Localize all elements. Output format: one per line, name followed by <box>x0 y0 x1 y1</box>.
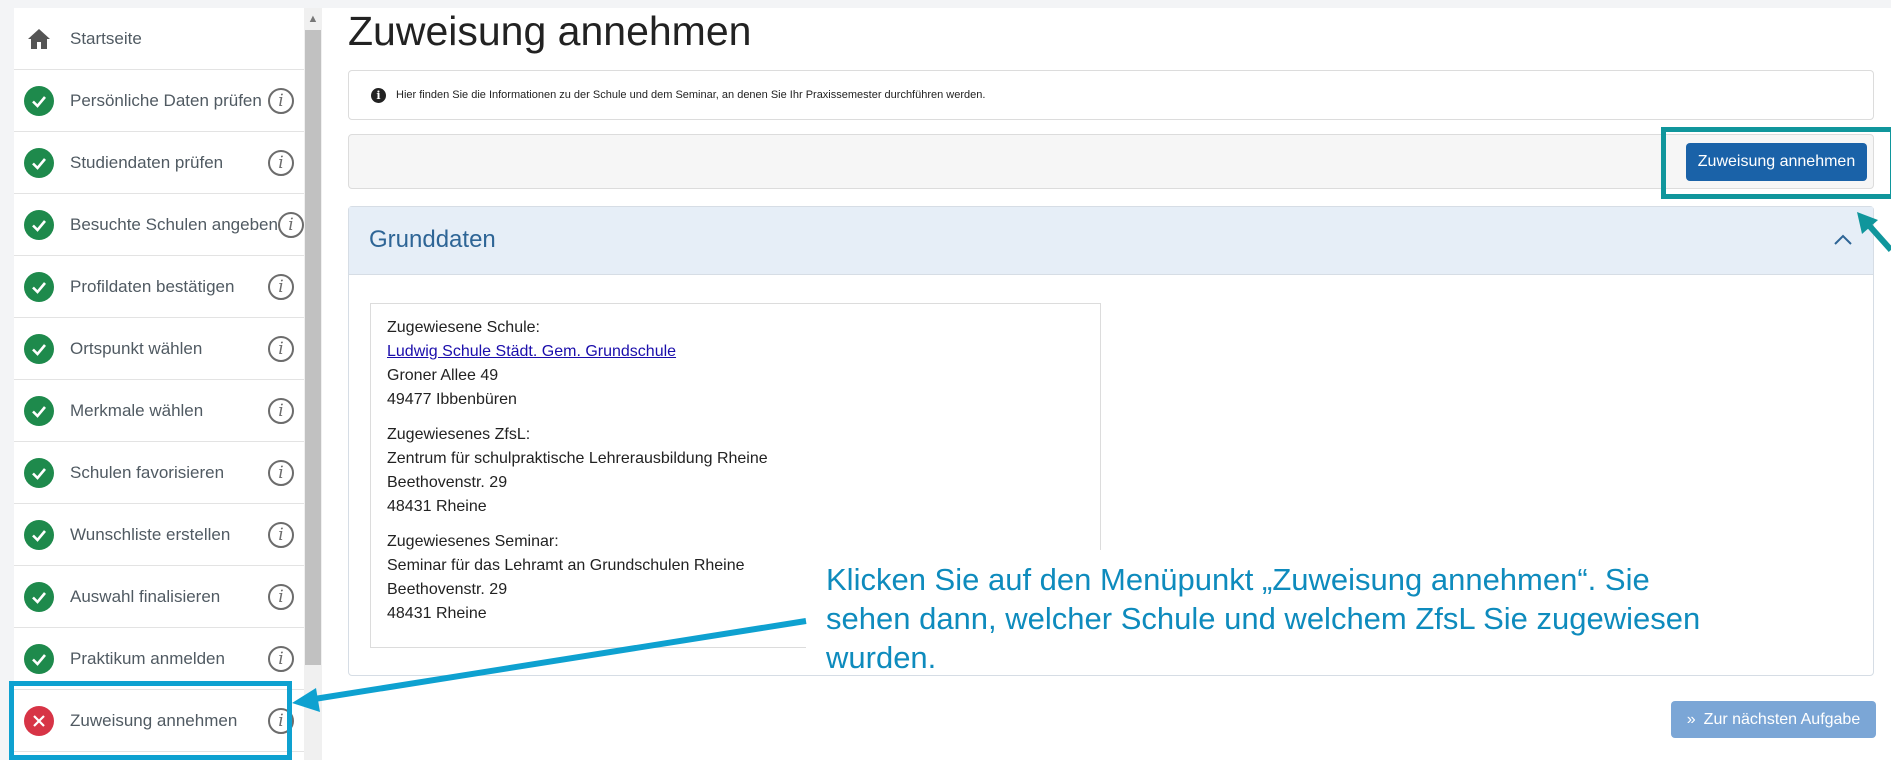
zfsl-name: Zentrum für schulpraktische Lehrerausbil… <box>387 450 768 467</box>
seminar-city: 48431 Rheine <box>387 605 487 622</box>
school-city: 49477 Ibbenbüren <box>387 391 517 408</box>
sidebar-item-label: Schulen favorisieren <box>70 462 225 482</box>
info-circle-icon: i <box>371 87 386 103</box>
info-icon[interactable]: i <box>277 211 304 238</box>
card-title: Grunddaten <box>369 226 496 253</box>
sidebar-item-label: Studiendaten prüfen <box>70 152 224 172</box>
sidebar-item-label: Wunschliste erstellen <box>70 524 231 544</box>
zfsl-street: Beethovenstr. 29 <box>387 474 508 491</box>
info-icon[interactable]: i <box>268 645 294 672</box>
sidebar-item-label: Profildaten bestätigen <box>70 276 235 296</box>
next-task-label: Zur nächsten Aufgabe <box>1703 710 1861 728</box>
info-icon[interactable]: i <box>268 397 294 424</box>
check-circle-icon <box>24 519 54 550</box>
info-icon[interactable]: i <box>268 335 294 362</box>
sidebar-item-label: Merkmale wählen <box>70 400 204 420</box>
check-circle-icon <box>24 333 54 364</box>
sidebar-item-ortspunkt-wahlen[interactable]: Ortspunkt wählen i <box>14 318 304 380</box>
sidebar-item-profildaten-bestatigen[interactable]: Profildaten bestätigen i <box>14 256 304 318</box>
check-circle-icon <box>24 643 54 674</box>
sidebar-scrollbar-thumb[interactable] <box>305 30 321 665</box>
seminar-street: Beethovenstr. 29 <box>387 581 508 598</box>
school-link[interactable]: Ludwig Schule Städt. Gem. Grundschule <box>387 343 676 360</box>
school-street: Groner Allee 49 <box>387 367 499 384</box>
sidebar-item-label: Startseite <box>70 28 142 48</box>
school-heading: Zugewiesene Schule: <box>387 319 540 336</box>
check-circle-icon <box>24 457 54 488</box>
zfsl-city: 48431 Rheine <box>387 498 487 515</box>
sidebar-item-besuchte-schulen-angeben[interactable]: Besuchte Schulen angeben i <box>14 194 304 256</box>
sidebar-item-label: Besuchte Schulen angeben <box>70 214 278 234</box>
double-chevron-right-icon: » <box>1686 710 1696 728</box>
zfsl-block: Zugewiesenes ZfsL: Zentrum für schulprak… <box>387 423 1084 519</box>
sidebar-item-personliche-daten-prufen[interactable]: Persönliche Daten prüfen i <box>14 70 304 132</box>
sidebar-item-label: Praktikum anmelden <box>70 648 225 668</box>
sidebar-item-studiendaten-prufen[interactable]: Studiendaten prüfen i <box>14 132 304 194</box>
sidebar-item-wunschliste-erstellen[interactable]: Wunschliste erstellen i <box>14 504 304 566</box>
action-toolbar <box>348 134 1874 189</box>
info-icon[interactable]: i <box>268 583 294 610</box>
home-icon <box>24 24 54 54</box>
check-circle-icon <box>24 395 54 426</box>
info-icon[interactable]: i <box>268 87 294 114</box>
sidebar-item-label: Persönliche Daten prüfen <box>70 90 262 110</box>
school-block: Zugewiesene Schule: Ludwig Schule Städt.… <box>387 316 1084 412</box>
check-circle-icon <box>24 147 54 178</box>
sidebar-item-label: Ortspunkt wählen <box>70 338 203 358</box>
check-circle-icon <box>24 85 54 116</box>
sidebar-item-label: Auswahl finalisieren <box>70 586 221 606</box>
scroll-up-arrow-icon[interactable]: ▲ <box>304 10 322 28</box>
check-circle-icon <box>24 209 54 240</box>
sidebar: Startseite Persönliche Daten prüfen i Stud… <box>14 8 305 760</box>
sidebar-item-home[interactable]: Startseite <box>14 8 304 70</box>
highlight-box-button <box>1661 127 1891 199</box>
chevron-up-icon[interactable] <box>1832 230 1854 250</box>
instruction-callout: Klicken Sie auf den Menüpunkt „Zuweisung… <box>806 550 1741 675</box>
zfsl-heading: Zugewiesenes ZfsL: <box>387 426 531 443</box>
card-header[interactable] <box>349 207 1873 275</box>
info-icon[interactable]: i <box>268 521 294 548</box>
seminar-name: Seminar für das Lehramt an Grundschulen … <box>387 557 745 574</box>
info-icon[interactable]: i <box>268 149 294 176</box>
seminar-heading: Zugewiesenes Seminar: <box>387 533 559 550</box>
sidebar-item-schulen-favorisieren[interactable]: Schulen favorisieren i <box>14 442 304 504</box>
page-title: Zuweisung annehmen <box>348 8 752 54</box>
sidebar-item-merkmale-wahlen[interactable]: Merkmale wählen i <box>14 380 304 442</box>
info-icon[interactable]: i <box>268 459 294 486</box>
top-frame <box>0 0 1891 8</box>
check-circle-icon <box>24 581 54 612</box>
next-task-button[interactable]: » Zur nächsten Aufgabe <box>1671 701 1876 738</box>
info-bar: i Hier finden Sie die Informationen zu d… <box>348 70 1874 120</box>
highlight-box-sidebar <box>9 681 292 760</box>
sidebar-item-auswahl-finalisieren[interactable]: Auswahl finalisieren i <box>14 566 304 628</box>
left-gutter <box>0 8 14 760</box>
info-text: Hier finden Sie die Informationen zu der… <box>396 89 986 101</box>
info-icon[interactable]: i <box>268 273 294 300</box>
check-circle-icon <box>24 271 54 302</box>
